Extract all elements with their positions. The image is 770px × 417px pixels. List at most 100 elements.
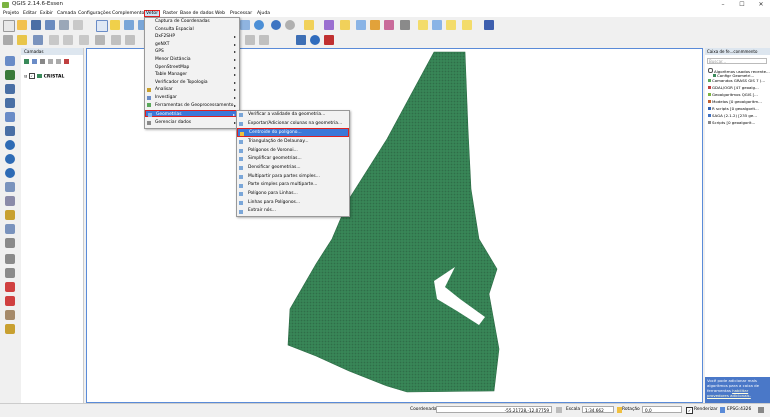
- label-tool-icon[interactable]: [245, 35, 255, 45]
- save-project-icon[interactable]: [31, 20, 41, 30]
- composer-manager-icon[interactable]: [73, 20, 83, 30]
- menu-ajuda[interactable]: Ajuda: [256, 10, 271, 17]
- move-label-icon[interactable]: [259, 35, 269, 45]
- zoom-last-icon[interactable]: [240, 20, 250, 30]
- menu-web[interactable]: Web: [214, 10, 226, 17]
- menu-item-extrair-nos[interactable]: Extrair nós...: [237, 207, 349, 216]
- gps-tools-icon[interactable]: [5, 254, 15, 264]
- render-checkbox[interactable]: ✓: [686, 407, 693, 414]
- menu-item-investigar[interactable]: Investigar ▸: [145, 94, 239, 102]
- print-composer-icon[interactable]: [59, 20, 69, 30]
- heatmap-icon[interactable]: [5, 310, 15, 320]
- add-group-icon[interactable]: [24, 59, 29, 64]
- maximize-button[interactable]: ☐: [733, 0, 751, 10]
- copy-features-icon[interactable]: [125, 35, 135, 45]
- bookmark-icon[interactable]: [432, 20, 442, 30]
- deselect-icon[interactable]: [340, 20, 350, 30]
- wfs-plugin-icon[interactable]: [324, 35, 334, 45]
- new-project-icon[interactable]: [3, 20, 15, 32]
- toolbox-item[interactable]: R scripts [0 geoalgorit...: [708, 106, 770, 112]
- toolbox-search-input[interactable]: Buscar...: [707, 58, 767, 64]
- menu-processar[interactable]: Processar: [229, 10, 253, 17]
- annotation-icon[interactable]: [446, 20, 456, 30]
- virtual-layer-icon[interactable]: [5, 224, 15, 234]
- gear-icon[interactable]: [285, 20, 295, 30]
- python-console-icon[interactable]: [484, 20, 494, 30]
- select-features-icon[interactable]: [304, 20, 314, 30]
- measure-icon[interactable]: [400, 20, 410, 30]
- cut-features-icon[interactable]: [111, 35, 121, 45]
- close-button[interactable]: ✕: [752, 0, 770, 10]
- crs-globe-icon[interactable]: [720, 407, 725, 413]
- new-shapefile-icon[interactable]: [5, 196, 15, 206]
- toolbox-item[interactable]: Scripts [0 geoalgorit...: [708, 120, 770, 126]
- add-postgis-layer-icon[interactable]: [5, 84, 15, 94]
- expand-all-icon[interactable]: [48, 59, 53, 64]
- manage-visibility-icon[interactable]: [32, 59, 37, 64]
- menu-item-captura-coordenadas[interactable]: Captura de Coordenadas: [145, 18, 239, 26]
- menu-complementos[interactable]: Complementos: [111, 10, 148, 17]
- add-oracle-layer-icon[interactable]: [5, 126, 15, 136]
- field-calculator-icon[interactable]: [384, 20, 394, 30]
- scale-field[interactable]: 1:34.662: [582, 406, 614, 413]
- menu-item-gps[interactable]: GPS ▸: [145, 48, 239, 56]
- add-wfs-layer-icon[interactable]: [5, 168, 15, 178]
- save-as-icon[interactable]: [45, 20, 55, 30]
- layer-visibility-checkbox[interactable]: ✓: [28, 73, 35, 79]
- interpolation-icon[interactable]: [5, 324, 15, 334]
- menu-item-poligono-linhas[interactable]: Polígono para Linhas...: [237, 190, 349, 199]
- add-wcs-layer-icon[interactable]: [5, 154, 15, 164]
- add-wms-layer-icon[interactable]: [5, 140, 15, 150]
- pan-icon[interactable]: [96, 20, 108, 32]
- menu-item-menor-distancia[interactable]: Menor Distância ▸: [145, 56, 239, 64]
- toolbox-item[interactable]: GDAL/OGR [47 geoalg...: [708, 85, 770, 91]
- statistics-icon[interactable]: [370, 20, 380, 30]
- toggle-extents-icon[interactable]: [556, 407, 562, 413]
- save-edits-icon[interactable]: [33, 35, 43, 45]
- menu-base-de-dados[interactable]: Base de dados: [179, 10, 215, 17]
- attribute-table-icon[interactable]: [356, 20, 366, 30]
- add-feature-icon[interactable]: [49, 35, 59, 45]
- zoom-in-icon[interactable]: [124, 20, 134, 30]
- toolbox-item[interactable]: Geoalgoritmos QGIS [...: [708, 92, 770, 98]
- open-project-icon[interactable]: [17, 20, 27, 30]
- menu-item-genxt[interactable]: geNXT ▸: [145, 41, 239, 49]
- toggle-editing-icon[interactable]: [17, 35, 27, 45]
- menu-exibir[interactable]: Exibir: [39, 10, 54, 17]
- menu-item-voronoi[interactable]: Polígonos de Voronoi...: [237, 147, 349, 156]
- menu-camada[interactable]: Camada: [56, 10, 77, 17]
- add-delimited-text-icon[interactable]: [5, 182, 15, 192]
- menu-vetor[interactable]: Vetor: [144, 10, 161, 17]
- remove-layer-icon[interactable]: [64, 59, 69, 64]
- select-by-value-icon[interactable]: [324, 20, 334, 30]
- menu-item-table-manager[interactable]: Table Manager ▸: [145, 71, 239, 79]
- refresh-icon[interactable]: [254, 20, 264, 30]
- delete-selected-icon[interactable]: [95, 35, 105, 45]
- menu-projeto[interactable]: Projeto: [2, 10, 20, 17]
- minimize-button[interactable]: –: [714, 0, 732, 10]
- layer-item-cristal[interactable]: ⊟ ✓ CRISTAL: [24, 73, 64, 80]
- python-plugin-icon[interactable]: [296, 35, 306, 45]
- georeferencer-icon[interactable]: [5, 282, 15, 292]
- menu-item-consulta-espacial[interactable]: Consulta Espacial: [145, 26, 239, 34]
- collapse-all-icon[interactable]: [56, 59, 61, 64]
- menu-item-verificar-validade[interactable]: Verificar a validade da geometria...: [237, 111, 349, 120]
- menu-item-linhas-poligonos[interactable]: Linhas para Polígonos...: [237, 199, 349, 208]
- menu-item-parte-simples[interactable]: Parte simples para multiparte...: [237, 181, 349, 190]
- temporary-layer-icon[interactable]: [5, 238, 15, 248]
- menu-item-exportar-colunas[interactable]: Exportar/Adicionar colunas na geometria.…: [237, 120, 349, 129]
- menu-item-geoprocessamento[interactable]: Ferramentas de Geoprocessamento ▸: [145, 102, 239, 110]
- menu-item-verificador-topologia[interactable]: Verificador de Topologia ▸: [145, 79, 239, 87]
- add-raster-layer-icon[interactable]: [5, 70, 15, 80]
- topology-checker-icon[interactable]: [5, 296, 15, 306]
- coordinate-capture-icon[interactable]: [5, 268, 15, 278]
- map-tips-icon[interactable]: [418, 20, 428, 30]
- text-annotation-icon[interactable]: [462, 20, 472, 30]
- menu-item-multipartir[interactable]: Multipartir para partes simples...: [237, 173, 349, 182]
- move-feature-icon[interactable]: [63, 35, 73, 45]
- new-spatialite-icon[interactable]: [5, 210, 15, 220]
- menu-editar[interactable]: Editar: [22, 10, 38, 17]
- menu-item-centroide[interactable]: Centroide do polígono...: [237, 128, 349, 138]
- identify-icon[interactable]: [271, 20, 281, 30]
- menu-item-simplificar[interactable]: Simplificar geometrias...: [237, 155, 349, 164]
